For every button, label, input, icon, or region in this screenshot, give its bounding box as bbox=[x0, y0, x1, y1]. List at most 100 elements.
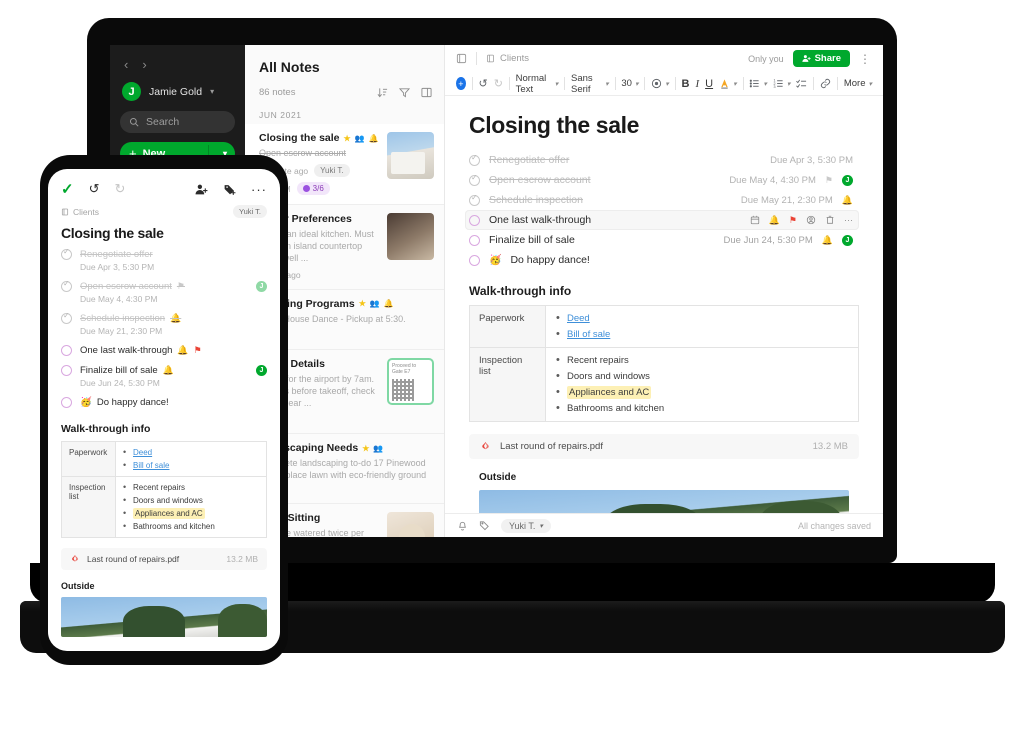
person-add-icon[interactable] bbox=[195, 183, 208, 196]
checkbox-checked-icon[interactable] bbox=[61, 279, 72, 292]
list-item[interactable]: Bill of sale bbox=[555, 328, 849, 340]
task-row[interactable]: 🥳 Do happy dance! bbox=[48, 397, 280, 408]
link[interactable]: Deed bbox=[567, 313, 590, 324]
task-due: Due Apr 3, 5:30 PM bbox=[770, 154, 853, 166]
checkbox-checked-icon[interactable] bbox=[61, 311, 72, 324]
checkbox-icon[interactable] bbox=[469, 214, 480, 226]
list-item[interactable]: Bill of sale bbox=[123, 460, 259, 470]
assign-person-icon[interactable] bbox=[806, 215, 816, 225]
flag-icon[interactable]: ⚑ bbox=[825, 175, 833, 186]
note-snippet: Open escrow account bbox=[259, 148, 347, 158]
attachment-row[interactable]: Last round of repairs.pdf 13.2 MB bbox=[469, 434, 859, 459]
delete-icon[interactable] bbox=[825, 215, 835, 225]
bold-button[interactable]: B bbox=[681, 78, 689, 90]
task-row[interactable]: One last walk-through 🔔 ⚑ bbox=[48, 345, 280, 356]
note-title: Closing the sale ★ 👥 🔔 bbox=[259, 132, 379, 144]
checkbox-checked-icon[interactable] bbox=[469, 153, 480, 166]
filter-icon[interactable] bbox=[399, 87, 410, 98]
font-family-select[interactable]: Sans Serif ▾ bbox=[571, 73, 609, 95]
link[interactable]: Bill of sale bbox=[133, 461, 169, 470]
shared-icon: 👥 bbox=[369, 299, 380, 309]
task-row[interactable]: Renegotiate offer Due Apr 3, 5:30 PM bbox=[48, 247, 280, 272]
chevron-down-icon: ▾ bbox=[733, 80, 737, 88]
share-button-label: Share bbox=[814, 53, 841, 64]
redo-icon[interactable]: ↻ bbox=[114, 181, 125, 197]
checkbox-icon[interactable] bbox=[61, 397, 72, 408]
table-row-key: Paperwork bbox=[61, 441, 116, 477]
bell-icon[interactable]: 🔔 bbox=[822, 235, 833, 246]
sort-icon[interactable] bbox=[377, 87, 388, 98]
font-size-select[interactable]: 30 ▾ bbox=[621, 78, 638, 89]
undo-icon[interactable]: ↺ bbox=[478, 77, 487, 90]
share-button[interactable]: Share bbox=[792, 50, 850, 67]
checkbox-checked-icon[interactable] bbox=[469, 193, 480, 206]
list-item[interactable]: Deed bbox=[555, 312, 849, 324]
redo-icon[interactable]: ↻ bbox=[494, 77, 503, 90]
calendar-add-icon[interactable] bbox=[750, 215, 760, 225]
more-formatting-button[interactable]: More ▾ bbox=[844, 78, 872, 89]
task-row[interactable]: Open escrow account Due May 4, 4:30 PM ⚑… bbox=[469, 170, 859, 190]
checklist-icon[interactable] bbox=[796, 78, 807, 89]
task-row[interactable]: Renegotiate offer Due Apr 3, 5:30 PM bbox=[469, 150, 859, 170]
task-row[interactable]: Open escrow account ⚑ Due May 4, 4:30 PM… bbox=[48, 279, 280, 304]
checkbox-icon[interactable] bbox=[61, 365, 72, 376]
add-tag-icon[interactable] bbox=[223, 183, 236, 196]
search-input[interactable]: Search bbox=[120, 111, 235, 133]
bell-icon[interactable]: 🔔 bbox=[769, 215, 780, 226]
task-label: Renegotiate offer bbox=[80, 249, 153, 260]
more-options-icon[interactable]: ⋮ bbox=[859, 52, 872, 66]
add-tag-icon[interactable] bbox=[479, 520, 490, 531]
text-color-select[interactable]: ▾ bbox=[651, 78, 669, 89]
note-badge-icon[interactable] bbox=[456, 53, 467, 64]
page-title: Closing the sale bbox=[61, 225, 164, 241]
paragraph-style-select[interactable]: Normal Text ▾ bbox=[516, 73, 559, 95]
layout-icon[interactable] bbox=[421, 87, 432, 98]
divider bbox=[508, 77, 510, 90]
bell-icon[interactable]: 🔔 bbox=[163, 365, 174, 376]
checkbox-checked-icon[interactable] bbox=[469, 173, 480, 186]
bell-icon[interactable]: 🔔 bbox=[177, 345, 188, 356]
italic-button[interactable]: I bbox=[695, 78, 699, 90]
attachment-row[interactable]: Last round of repairs.pdf 13.2 MB bbox=[61, 548, 267, 570]
highlight-color-select[interactable]: ▾ bbox=[719, 78, 737, 89]
link-icon[interactable] bbox=[820, 78, 831, 89]
breadcrumb[interactable]: Clients bbox=[486, 53, 529, 64]
list-item[interactable]: Deed bbox=[123, 447, 259, 457]
flag-icon[interactable]: ⚑ bbox=[789, 215, 797, 226]
bell-icon[interactable]: 🔔 bbox=[842, 195, 853, 206]
underline-button[interactable]: U bbox=[705, 78, 713, 90]
breadcrumb[interactable]: Clients bbox=[61, 207, 99, 217]
undo-icon[interactable]: ↺ bbox=[89, 181, 100, 197]
author-chip[interactable]: Yuki T. bbox=[233, 205, 267, 218]
task-row[interactable]: Schedule inspection Due May 21, 2:30 PM … bbox=[469, 190, 859, 210]
author-chip[interactable]: Yuki T. ▾ bbox=[501, 518, 551, 533]
done-check-icon[interactable]: ✓ bbox=[61, 180, 74, 198]
note-author-chip: Yuki T. bbox=[314, 164, 350, 178]
photo-caption: Outside bbox=[479, 472, 517, 483]
add-reminder-icon[interactable] bbox=[457, 520, 468, 531]
more-options-icon[interactable]: ··· bbox=[251, 182, 267, 197]
editor-content[interactable]: Closing the sale Renegotiate offer Due A… bbox=[445, 96, 883, 513]
bulleted-list-button[interactable]: ▾ bbox=[749, 78, 767, 89]
insert-icon[interactable]: + bbox=[456, 77, 466, 90]
task-row[interactable]: Finalize bill of sale Due Jun 24, 5:30 P… bbox=[469, 230, 859, 250]
forward-arrow-icon[interactable]: › bbox=[142, 57, 146, 72]
task-row[interactable]: Finalize bill of sale 🔔 Due Jun 24, 5:30… bbox=[48, 365, 280, 388]
task-row-active[interactable]: One last walk-through 🔔 ⚑ ··· bbox=[465, 210, 859, 230]
task-row[interactable]: Schedule inspection 🔔 Due May 21, 2:30 P… bbox=[48, 311, 280, 336]
screenshot-root: ‹ › J Jamie Gold ▾ Search + New ▾ All No… bbox=[0, 0, 1024, 730]
checkbox-icon[interactable] bbox=[469, 254, 480, 266]
account-switcher[interactable]: J Jamie Gold ▾ bbox=[120, 80, 235, 111]
divider bbox=[471, 77, 473, 90]
flag-icon[interactable]: ⚑ bbox=[194, 345, 202, 356]
list-item: Doors and windows bbox=[123, 495, 259, 505]
checkbox-icon[interactable] bbox=[61, 345, 72, 356]
task-row[interactable]: 🥳 Do happy dance! bbox=[469, 250, 859, 270]
checkbox-checked-icon[interactable] bbox=[61, 247, 72, 260]
link[interactable]: Bill of sale bbox=[567, 329, 610, 340]
more-options-icon[interactable]: ··· bbox=[844, 215, 853, 225]
back-arrow-icon[interactable]: ‹ bbox=[124, 57, 128, 72]
checkbox-icon[interactable] bbox=[469, 234, 480, 246]
numbered-list-button[interactable]: 123 ▾ bbox=[773, 78, 790, 89]
link[interactable]: Deed bbox=[133, 448, 152, 457]
